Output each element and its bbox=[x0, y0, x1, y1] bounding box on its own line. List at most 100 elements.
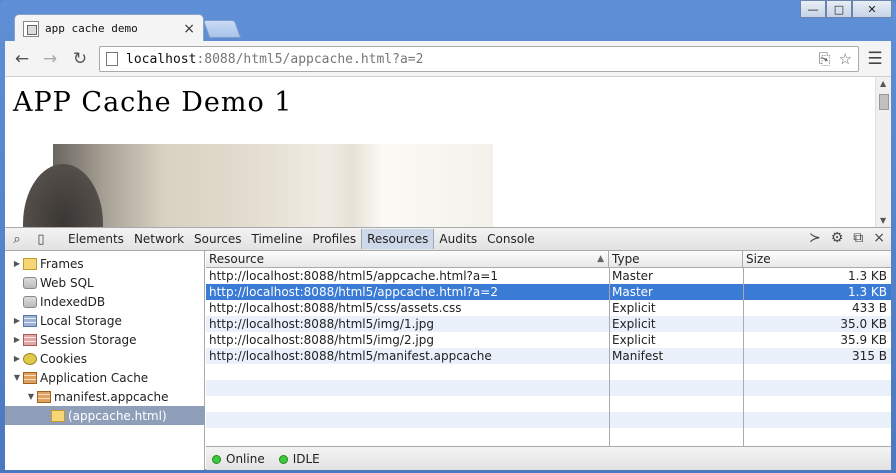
cell-resource: http://localhost:8088/html5/img/1.jpg bbox=[209, 317, 434, 331]
maximize-button[interactable]: □ bbox=[826, 0, 852, 18]
new-tab-button[interactable] bbox=[202, 20, 242, 38]
sidebar-item-label: Web SQL bbox=[40, 275, 94, 290]
dock-icon[interactable]: ⧉ bbox=[853, 230, 863, 246]
table-row[interactable]: http://localhost:8088/html5/manifest.app… bbox=[206, 348, 891, 364]
tab-audits[interactable]: Audits bbox=[434, 229, 482, 249]
tab-console[interactable]: Console bbox=[482, 229, 540, 249]
column-size[interactable]: Size bbox=[743, 251, 891, 268]
scroll-down-icon[interactable]: ▼ bbox=[880, 216, 886, 225]
expand-arrow-icon[interactable]: ▶ bbox=[11, 335, 23, 344]
cell-size: 315 B bbox=[852, 349, 887, 363]
reload-icon[interactable]: ↻ bbox=[69, 49, 91, 69]
scroll-thumb[interactable] bbox=[879, 94, 889, 110]
tab-resources[interactable]: Resources bbox=[361, 229, 435, 249]
tab-sources[interactable]: Sources bbox=[189, 229, 246, 249]
expand-arrow-icon[interactable]: ▶ bbox=[11, 316, 23, 325]
address-bar[interactable]: localhost:8088/html5/appcache.html?a=2 ⎘… bbox=[99, 46, 859, 72]
page-favicon-icon bbox=[23, 20, 39, 37]
cell-type: Manifest bbox=[612, 349, 664, 363]
sidebar-item-label: IndexedDB bbox=[40, 294, 106, 309]
omnibox-actions: ⎘ ☆ bbox=[819, 50, 852, 68]
sidebar-item-application-cache[interactable]: ▼ Application Cache bbox=[5, 368, 205, 387]
sidebar-item-session-storage[interactable]: ▶ Session Storage bbox=[5, 330, 205, 349]
sidebar-item-web-sql[interactable]: Web SQL bbox=[5, 273, 205, 292]
cell-type: Explicit bbox=[612, 333, 656, 347]
column-resource[interactable]: Resource ▲ bbox=[206, 251, 609, 268]
tab-elements[interactable]: Elements bbox=[63, 229, 129, 249]
sidebar-item-label: Session Storage bbox=[40, 332, 137, 347]
column-divider bbox=[743, 268, 744, 446]
status-bar: Online IDLE bbox=[206, 446, 891, 470]
appcache-grid: Resource ▲ Type Size http://localhost:80… bbox=[206, 251, 891, 446]
translate-icon[interactable]: ⎘ bbox=[819, 50, 831, 68]
devtools-actions: ≻ ⚙ ⧉ × bbox=[809, 230, 885, 246]
gear-icon[interactable]: ⚙ bbox=[831, 230, 844, 246]
cache-status: IDLE bbox=[278, 451, 320, 466]
tab-network[interactable]: Network bbox=[129, 229, 189, 249]
devtools-panel: ⌕ ▯ Elements Network Sources Timeline Profil… bbox=[5, 227, 891, 470]
menu-icon[interactable]: ☰ bbox=[865, 49, 885, 69]
browser-toolbar: ← → ↻ localhost:8088/html5/appcache.html… bbox=[5, 41, 891, 77]
sidebar-item-local-storage[interactable]: ▶ Local Storage bbox=[5, 311, 205, 330]
page-scrollbar[interactable]: ▲ ▼ bbox=[875, 77, 891, 227]
browser-tab[interactable]: app cache demo × bbox=[14, 14, 204, 42]
expand-arrow-icon[interactable]: ▼ bbox=[25, 392, 37, 401]
cell-resource: http://localhost:8088/html5/appcache.htm… bbox=[209, 285, 498, 299]
cell-type: Explicit bbox=[612, 301, 656, 315]
title-bar: app cache demo × — □ ✕ bbox=[0, 0, 896, 42]
window-close-button[interactable]: ✕ bbox=[852, 0, 892, 18]
table-row[interactable]: http://localhost:8088/html5/css/assets.c… bbox=[206, 300, 891, 316]
sidebar-item-appcache-html[interactable]: (appcache.html) bbox=[5, 406, 205, 425]
sidebar-item-manifest-appcache[interactable]: ▼ manifest.appcache bbox=[5, 387, 205, 406]
appcache-grid-icon bbox=[37, 390, 51, 403]
empty-row bbox=[206, 396, 891, 412]
tab-timeline[interactable]: Timeline bbox=[247, 229, 308, 249]
cell-resource: http://localhost:8088/html5/img/2.jpg bbox=[209, 333, 434, 347]
back-icon[interactable]: ← bbox=[11, 49, 33, 69]
device-mode-icon[interactable]: ▯ bbox=[29, 232, 53, 247]
resources-sidebar: ▶ Frames Web SQL IndexedDB ▶ Local Storage ▶ Se… bbox=[5, 251, 205, 470]
expand-arrow-icon[interactable]: ▼ bbox=[11, 373, 23, 382]
empty-row bbox=[206, 364, 891, 380]
column-type[interactable]: Type bbox=[609, 251, 743, 268]
cell-type: Master bbox=[612, 285, 653, 299]
forward-icon[interactable]: → bbox=[39, 49, 61, 69]
table-row[interactable]: http://localhost:8088/html5/img/1.jpg Exp… bbox=[206, 316, 891, 332]
online-label: Online bbox=[226, 451, 265, 466]
sidebar-item-label: Frames bbox=[40, 256, 84, 271]
grid-header: Resource ▲ Type Size bbox=[206, 251, 891, 268]
sidebar-item-indexeddb[interactable]: IndexedDB bbox=[5, 292, 205, 311]
window-controls: — □ ✕ bbox=[800, 0, 892, 20]
expand-arrow-icon[interactable]: ▶ bbox=[11, 354, 23, 363]
tab-close-icon[interactable]: × bbox=[183, 21, 195, 37]
table-row[interactable]: http://localhost:8088/html5/appcache.htm… bbox=[206, 284, 891, 300]
cache-status-label: IDLE bbox=[292, 451, 320, 466]
cell-size: 433 B bbox=[852, 301, 887, 315]
storage-grid-icon bbox=[23, 314, 37, 327]
cell-size: 35.0 KB bbox=[840, 317, 887, 331]
folder-icon bbox=[23, 257, 37, 270]
online-dot-icon bbox=[212, 454, 221, 464]
database-icon bbox=[23, 276, 37, 289]
cookie-icon bbox=[23, 352, 37, 365]
bookmark-star-icon[interactable]: ☆ bbox=[839, 50, 852, 68]
sidebar-item-frames[interactable]: ▶ Frames bbox=[5, 254, 205, 273]
minimize-button[interactable]: — bbox=[800, 0, 826, 18]
expand-arrow-icon[interactable]: ▶ bbox=[11, 259, 23, 268]
console-drawer-icon[interactable]: ≻ bbox=[809, 230, 821, 246]
appcache-grid-icon bbox=[23, 371, 37, 384]
inspect-search-icon[interactable]: ⌕ bbox=[5, 232, 29, 247]
close-icon[interactable]: × bbox=[873, 230, 885, 246]
tab-title: app cache demo bbox=[45, 22, 138, 35]
empty-row bbox=[206, 428, 891, 444]
sidebar-item-cookies[interactable]: ▶ Cookies bbox=[5, 349, 205, 368]
table-row[interactable]: http://localhost:8088/html5/appcache.htm… bbox=[206, 268, 891, 284]
sidebar-item-label: manifest.appcache bbox=[54, 389, 169, 404]
scroll-up-icon[interactable]: ▲ bbox=[880, 79, 886, 88]
tab-profiles[interactable]: Profiles bbox=[308, 229, 362, 249]
url-host: localhost bbox=[126, 51, 197, 67]
folder-icon bbox=[51, 409, 65, 422]
sidebar-item-label: Cookies bbox=[40, 351, 87, 366]
table-row[interactable]: http://localhost:8088/html5/img/2.jpg Exp… bbox=[206, 332, 891, 348]
empty-row bbox=[206, 412, 891, 428]
